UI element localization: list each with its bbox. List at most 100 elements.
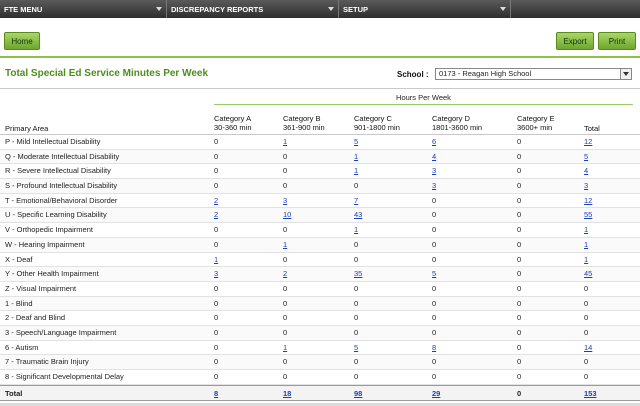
- category-d-header: Category D 1801-3600 min: [432, 114, 482, 132]
- table-row: 8 - Significant Developmental Delay 0 0 0 0 0…: [0, 370, 640, 385]
- menu-setup-label: SETUP: [343, 4, 369, 14]
- count-link[interactable]: 7: [354, 196, 358, 206]
- category-name: Category D: [432, 114, 470, 123]
- count-link[interactable]: 1: [354, 225, 358, 235]
- count-cell: 0: [214, 298, 219, 308]
- column-header-row: Primary Area Category A 30-360 min Categ…: [0, 106, 640, 135]
- total-count-link[interactable]: 98: [354, 389, 362, 399]
- count-cell: 0: [283, 372, 288, 381]
- count-cell: 0: [432, 327, 437, 337]
- count-link[interactable]: 3: [432, 166, 436, 176]
- chevron-down-icon[interactable]: [620, 69, 631, 79]
- count-link[interactable]: 55: [584, 210, 592, 220]
- count-link[interactable]: 1: [283, 137, 287, 147]
- menu-empty: [511, 0, 640, 18]
- count-link[interactable]: 6: [432, 137, 436, 147]
- count-link[interactable]: 2: [283, 269, 287, 279]
- count-link[interactable]: 3: [432, 181, 436, 191]
- count-link[interactable]: 3: [283, 196, 287, 206]
- count-link[interactable]: 45: [584, 269, 592, 279]
- count-cell: 0: [214, 225, 219, 235]
- count-link[interactable]: 43: [354, 210, 362, 220]
- count-link[interactable]: 4: [584, 166, 588, 176]
- count-link[interactable]: 1: [354, 166, 358, 176]
- count-cell: 0: [517, 342, 522, 352]
- count-link[interactable]: 10: [283, 210, 291, 220]
- count-link[interactable]: 5: [354, 137, 358, 147]
- count-cell: 0: [214, 166, 219, 176]
- count-link[interactable]: 3: [584, 181, 588, 191]
- count-cell: 0: [584, 372, 589, 381]
- count-link[interactable]: 14: [584, 343, 592, 353]
- table-row: W - Hearing Impairment 0 1 0 0 0 1: [0, 237, 640, 253]
- count-link[interactable]: 5: [432, 269, 436, 279]
- count-cell: 0: [214, 181, 219, 191]
- count-cell: 0: [432, 357, 437, 367]
- table-row: U - Specific Learning Disability 2 10 43 0 0 5…: [0, 208, 640, 224]
- count-cell: 0: [517, 137, 522, 146]
- total-count-link[interactable]: 153: [584, 389, 597, 399]
- count-link[interactable]: 8: [432, 343, 436, 353]
- primary-area-cell: Y - Other Health Impairment: [5, 269, 99, 279]
- group-header-row: Hours Per Week: [0, 89, 640, 106]
- chevron-down-icon: [156, 7, 162, 11]
- count-link[interactable]: 2: [214, 196, 218, 206]
- count-cell: 0: [214, 372, 219, 381]
- count-cell: 0: [432, 372, 437, 381]
- count-link[interactable]: 1: [584, 240, 588, 250]
- school-select[interactable]: 0173 - Reagan High School: [435, 68, 632, 80]
- primary-area-cell: R - Severe Intellectual Disability: [5, 166, 111, 176]
- menu-setup[interactable]: SETUP: [339, 0, 511, 18]
- count-link[interactable]: 1: [214, 255, 218, 265]
- primary-area-cell: 6 - Autism: [5, 342, 39, 352]
- menu-discrepancy-reports[interactable]: DISCREPANCY REPORTS: [167, 0, 339, 18]
- category-range: 361-900 min: [283, 123, 325, 132]
- table-row: Q - Moderate Intellectual Disability 0 0 1 4…: [0, 149, 640, 165]
- table-row: 3 - Speech/Language Impairment 0 0 0 0 0 0: [0, 325, 640, 341]
- count-cell: 0: [354, 357, 359, 367]
- primary-area-cell: Q - Moderate Intellectual Disability: [5, 151, 120, 161]
- category-range: 1801-3600 min: [432, 123, 483, 132]
- count-link[interactable]: 2: [214, 210, 218, 220]
- count-cell: 0: [517, 151, 522, 161]
- count-cell: 0: [517, 254, 522, 264]
- count-link[interactable]: 1: [354, 152, 358, 162]
- count-cell: 0: [584, 283, 589, 293]
- count-cell: 0: [517, 181, 522, 191]
- count-cell: 0: [584, 327, 589, 337]
- count-link[interactable]: 12: [584, 196, 592, 206]
- home-button[interactable]: Home: [4, 32, 40, 50]
- print-button[interactable]: Print: [598, 32, 636, 50]
- menu-fte[interactable]: FTE MENU: [0, 0, 167, 18]
- count-cell: 0: [517, 210, 522, 220]
- primary-area-cell: S - Profound Intellectual Disability: [5, 181, 118, 191]
- count-link[interactable]: 5: [354, 343, 358, 353]
- count-cell: 0: [214, 313, 219, 323]
- total-count-link[interactable]: 18: [283, 389, 291, 399]
- group-header-underline: [214, 104, 633, 105]
- count-cell: 0: [283, 254, 288, 264]
- total-label: Total: [5, 388, 23, 398]
- primary-area-cell: 2 - Deaf and Blind: [5, 313, 66, 323]
- school-selected-value: 0173 - Reagan High School: [439, 69, 532, 78]
- table-row: X - Deaf 1 0 0 0 0 1: [0, 253, 640, 268]
- count-link[interactable]: 1: [584, 225, 588, 235]
- count-cell: 0: [432, 283, 437, 293]
- count-cell: 0: [354, 313, 359, 323]
- category-name: Category C: [354, 114, 392, 123]
- count-link[interactable]: 1: [283, 240, 287, 250]
- count-link[interactable]: 4: [432, 152, 436, 162]
- count-link[interactable]: 5: [584, 152, 588, 162]
- export-button[interactable]: Export: [556, 32, 594, 50]
- category-range: 30-360 min: [214, 123, 252, 132]
- total-count-link[interactable]: 29: [432, 389, 440, 399]
- table-row: P - Mild Intellectual Disability 0 1 5 6 0 12: [0, 135, 640, 150]
- count-link[interactable]: 35: [354, 269, 362, 279]
- total-count-link[interactable]: 8: [214, 389, 218, 399]
- count-link[interactable]: 12: [584, 137, 592, 147]
- count-link[interactable]: 1: [584, 255, 588, 265]
- count-link[interactable]: 1: [283, 343, 287, 353]
- primary-area-cell: W - Hearing Impairment: [5, 239, 85, 249]
- count-link[interactable]: 3: [214, 269, 218, 279]
- count-cell: 0: [432, 239, 437, 249]
